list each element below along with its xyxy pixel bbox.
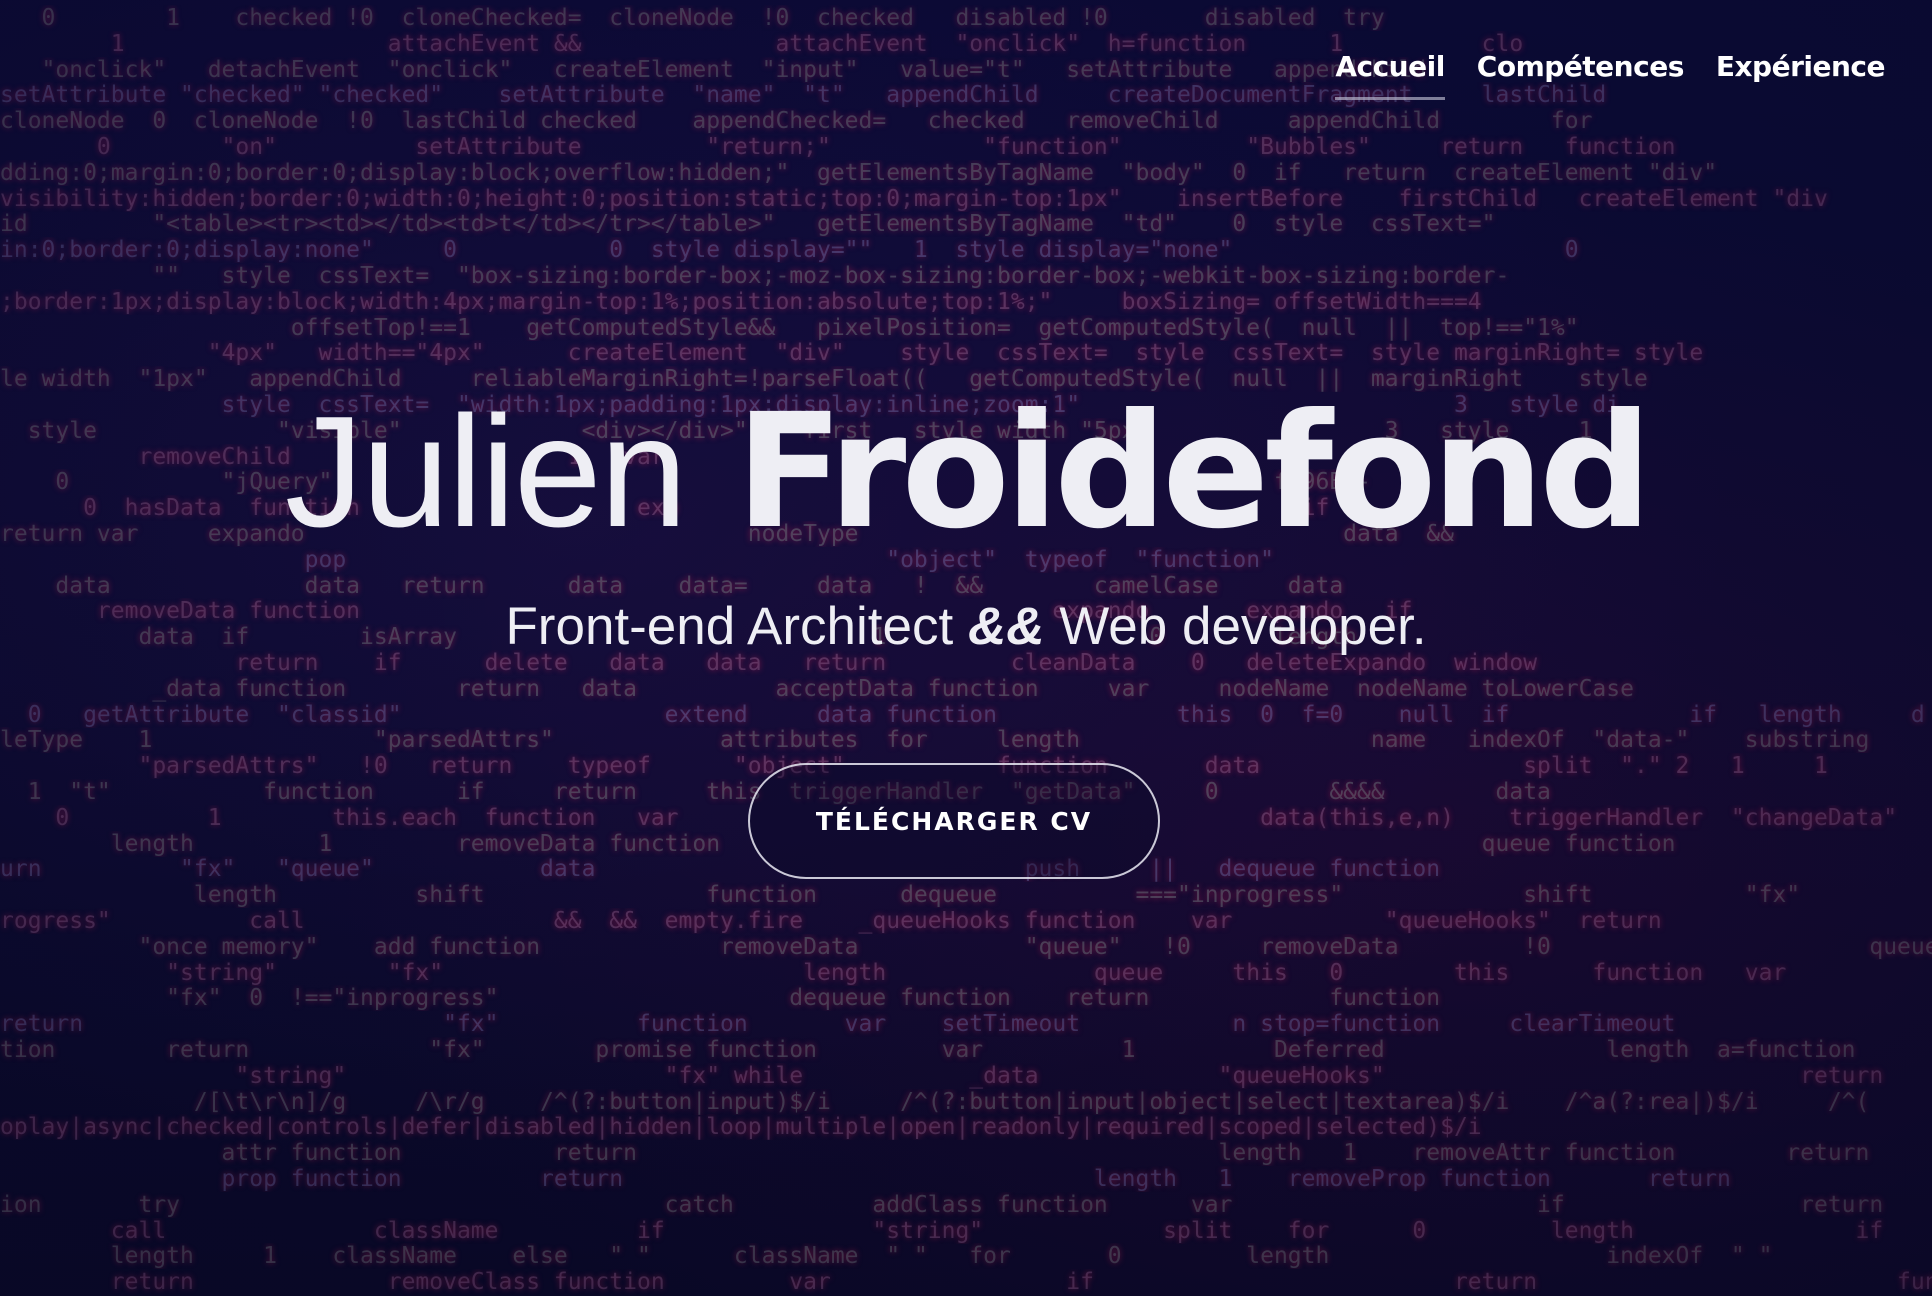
code-line: _data function return data acceptData fu… [0,675,1634,702]
code-line: leType 1 "parsedAttrs" attributes for le… [0,727,1870,754]
hero-first-name: Julien [284,384,688,560]
code-line: "string" "fx" length queue this 0 this f… [0,959,1787,986]
code-line: prop function return length 1 removeProp… [0,1166,1731,1192]
nav-item-experience[interactable]: Expérience [1716,50,1886,100]
code-line: in:0;border:0;display:none" 0 0 style di… [0,237,1579,264]
code-line: /[\t\r\n]/g /\r/g /^(?:button|input)$/i … [0,1088,1870,1115]
hero-subtitle-web: Web developer. [1059,597,1427,656]
code-line: tion return "fx" promise function var 1 … [0,1037,1856,1063]
code-line: "string" "fx" while _data "queueHooks" r… [0,1062,1884,1089]
code-line: oplay|async|checked|controls|defer|disab… [0,1114,1482,1141]
code-line: 0 1 checked !0 cloneChecked= cloneNode !… [0,5,1385,31]
code-line: "4px" width=="4px" createElement "div" s… [0,340,1704,367]
code-line: attr function return length 1 removeAttr… [0,1140,1932,1167]
code-line: "once memory" add function removeData "q… [0,933,1932,960]
hero-subtitle-role: Front-end Architect [505,597,954,656]
hero-subtitle: Front-end Architect && Web developer. [0,596,1932,657]
nav-item-competences[interactable]: Compétences [1477,50,1685,100]
code-line: call className if "string" split for 0 l… [0,1217,1932,1244]
code-line: id "<table><tr><td></td><td>t</td></tr><… [0,211,1496,238]
code-line: cloneNode 0 cloneNode !0 lastChild check… [0,108,1593,135]
hero-section: 0 1 checked !0 cloneChecked= cloneNode !… [0,0,1932,1296]
code-line: return removeClass function var if retur… [0,1269,1932,1296]
nav-item-accueil[interactable]: Accueil [1335,50,1445,100]
code-line: return "fx" function var setTimeout n st… [0,1011,1676,1038]
code-line: length shift function dequeue ==="inprog… [0,882,1801,909]
hero-title: Julien Froidefond [0,393,1932,551]
code-line: data data return data data= data ! && ca… [0,572,1344,599]
download-cv-label: TÉLÉCHARGER CV [815,806,1093,836]
download-cv-button[interactable]: TÉLÉCHARGER CV [748,763,1160,879]
code-line: "" style cssText= "box-sizing:border-box… [0,263,1510,289]
code-line: 0 getAttribute "classid" extend data fun… [0,701,1925,728]
code-line: rogress" call && && empty.fire _queueHoo… [0,908,1662,934]
code-line: 0 "on" setAttribute "return;" "function"… [0,134,1676,160]
hero-subtitle-ampersand: && [967,597,1045,656]
main-nav: Accueil Compétences Expérience [1335,50,1886,100]
hero-last-name: Froidefond [735,380,1653,564]
code-line: offsetTop!==1 getComputedStyle&& pixelPo… [0,314,1579,341]
code-line: dding:0;margin:0;border:0;display:block;… [0,159,1718,186]
code-line: "fx" 0 !=="inprogress" dequeue function … [0,985,1441,1012]
code-line: ;border:1px;display:block;width:4px;marg… [0,288,1482,315]
code-line: visibility:hidden;border:0;width:0;heigh… [0,185,1828,212]
code-line: length 1 className else " " className " … [0,1243,1932,1270]
code-line: ion try catch addClass function var if r… [0,1191,1932,1218]
